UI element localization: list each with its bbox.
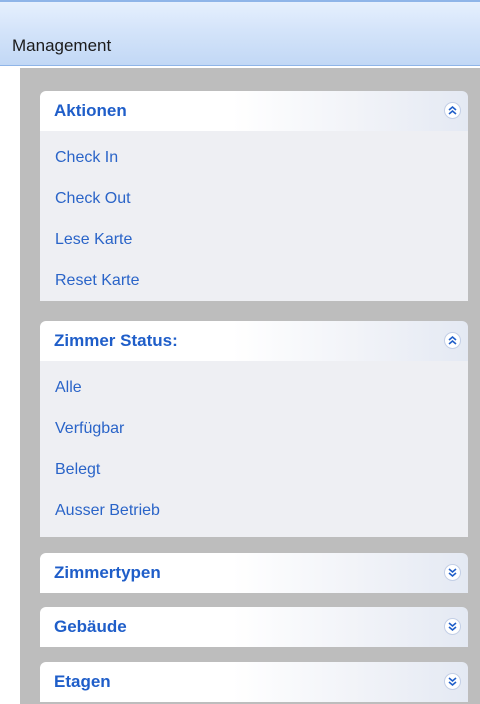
group-zimmer-status: Zimmer Status: Alle Verfügbar Belegt Aus… [40, 321, 468, 537]
group-zimmer-status-title: Zimmer Status: [54, 331, 178, 350]
group-etagen-title: Etagen [54, 672, 111, 691]
group-zimmertypen-header[interactable]: Zimmertypen [40, 553, 468, 593]
status-belegt[interactable]: Belegt [40, 460, 468, 480]
group-gebaeude-header[interactable]: Gebäude [40, 607, 468, 647]
group-aktionen-title: Aktionen [54, 101, 127, 120]
collapse-chevrons-icon[interactable] [444, 102, 461, 119]
collapse-chevrons-icon[interactable] [444, 332, 461, 349]
expand-chevrons-icon[interactable] [444, 673, 461, 690]
group-aktionen-header[interactable]: Aktionen [40, 91, 468, 131]
action-check-out[interactable]: Check Out [40, 189, 468, 209]
group-zimmertypen: Zimmertypen [40, 553, 468, 593]
action-reset-karte[interactable]: Reset Karte [40, 271, 468, 291]
group-aktionen: Aktionen Check In Check Out Lese Karte R… [40, 91, 468, 301]
group-etagen: Etagen [40, 662, 468, 702]
group-aktionen-body: Check In Check Out Lese Karte Reset Kart… [40, 131, 468, 301]
management-header: Management [0, 0, 480, 66]
status-alle[interactable]: Alle [40, 378, 468, 398]
group-zimmer-status-body: Alle Verfügbar Belegt Ausser Betrieb [40, 361, 468, 537]
action-check-in[interactable]: Check In [40, 148, 468, 168]
expand-chevrons-icon[interactable] [444, 564, 461, 581]
status-verfuegbar[interactable]: Verfügbar [40, 419, 468, 439]
management-title: Management [12, 36, 112, 55]
group-zimmer-status-header[interactable]: Zimmer Status: [40, 321, 468, 361]
status-ausser-betrieb[interactable]: Ausser Betrieb [40, 501, 468, 521]
group-gebaeude: Gebäude [40, 607, 468, 647]
expand-chevrons-icon[interactable] [444, 618, 461, 635]
group-gebaeude-title: Gebäude [54, 617, 127, 636]
action-lese-karte[interactable]: Lese Karte [40, 230, 468, 250]
group-zimmertypen-title: Zimmertypen [54, 563, 161, 582]
group-etagen-header[interactable]: Etagen [40, 662, 468, 702]
